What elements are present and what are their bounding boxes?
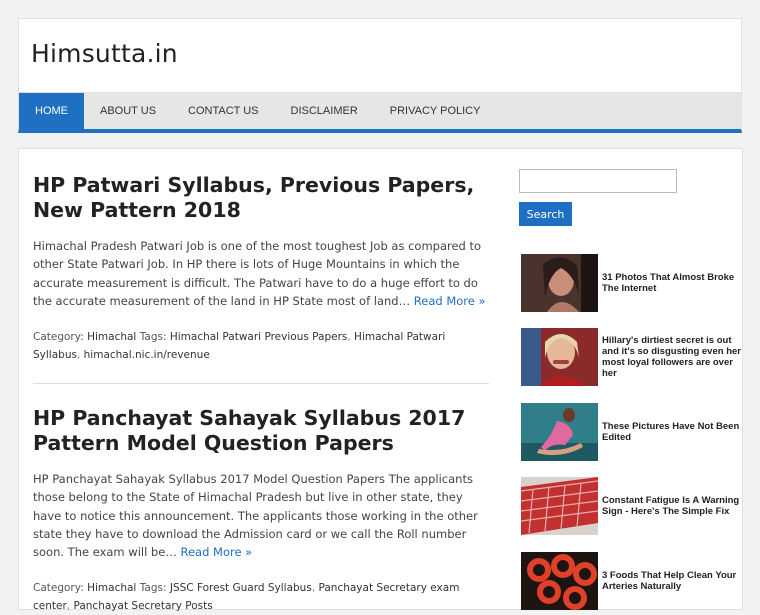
woman-portrait-image[interactable] [521,254,598,312]
site-title[interactable]: Himsutta.in [31,39,178,68]
category-label: Category: [33,582,84,595]
read-more-link[interactable]: Read More » [414,294,486,308]
category-link[interactable]: Himachal [87,582,136,594]
site-wrapper: Himsutta.in HOME ABOUT US CONTACT US DIS… [18,18,742,133]
post-meta: Category: Himachal Tags: Himachal Patwar… [33,331,446,362]
post-meta: Category: Himachal Tags: JSSC Forest Gua… [33,582,460,613]
post-title[interactable]: HP Patwari Syllabus, Previous Papers, Ne… [33,173,491,223]
tag-link[interactable]: Panchayat Secretary Posts [73,600,212,612]
nav-disclaimer[interactable]: DISCLAIMER [275,93,374,129]
tag-link[interactable]: Himachal Patwari Previous Papers [170,331,348,343]
nav-home[interactable]: HOME [19,93,84,129]
main-content: HP Patwari Syllabus, Previous Papers, Ne… [18,148,506,612]
category-link[interactable]: Himachal [87,331,136,343]
post: HP Patwari Syllabus, Previous Papers, Ne… [33,173,491,364]
sponsored-ad[interactable]: 3 Foods That Help Clean Your Arteries Na… [521,552,743,610]
tag-link[interactable]: JSSC Forest Guard Syllabus [170,582,312,594]
sponsored-ad[interactable]: Hillary's dirtiest secret is out and it'… [521,328,743,386]
ad-headline[interactable]: 31 Photos That Almost Broke The Internet [602,272,744,294]
search-input[interactable] [519,169,677,193]
category-label: Category: [33,331,84,344]
post-title[interactable]: HP Panchayat Sahayak Syllabus 2017 Patte… [33,406,491,456]
ad-headline[interactable]: Constant Fatigue Is A Warning Sign - Her… [602,495,744,517]
ad-headline[interactable]: Hillary's dirtiest secret is out and it'… [602,335,744,379]
sponsored-ad[interactable]: Constant Fatigue Is A Warning Sign - Her… [521,477,743,535]
pink-pose-image[interactable] [521,403,598,461]
sidebar: Search 31 Photos That Almost Broke The I… [504,148,743,610]
pepper-rings-image[interactable] [521,552,598,610]
red-food-tray-image[interactable] [521,477,598,535]
main-nav: HOME ABOUT US CONTACT US DISCLAIMER PRIV… [18,93,742,133]
politician-portrait-image[interactable] [521,328,598,386]
post-excerpt-text: HP Panchayat Sahayak Syllabus 2017 Model… [33,472,478,560]
tags-label: Tags: [139,331,167,344]
ad-headline[interactable]: 3 Foods That Help Clean Your Arteries Na… [602,570,744,592]
sponsored-ad[interactable]: These Pictures Have Not Been Edited [521,403,743,461]
tag-link[interactable]: himachal.nic.in/revenue [84,349,210,361]
ad-headline[interactable]: These Pictures Have Not Been Edited [602,421,744,443]
tags-label: Tags: [139,582,167,595]
nav-contact-us[interactable]: CONTACT US [172,93,275,129]
post-divider [33,383,489,384]
search-button[interactable]: Search [519,202,572,226]
sponsored-ad[interactable]: 31 Photos That Almost Broke The Internet [521,254,743,312]
site-header: Himsutta.in [18,18,742,93]
nav-about-us[interactable]: ABOUT US [84,93,172,129]
post: HP Panchayat Sahayak Syllabus 2017 Patte… [33,406,491,615]
post-excerpt: HP Panchayat Sahayak Syllabus 2017 Model… [33,470,491,561]
nav-privacy-policy[interactable]: PRIVACY POLICY [374,93,497,129]
read-more-link[interactable]: Read More » [180,545,252,559]
post-excerpt: Himachal Pradesh Patwari Job is one of t… [33,237,491,310]
